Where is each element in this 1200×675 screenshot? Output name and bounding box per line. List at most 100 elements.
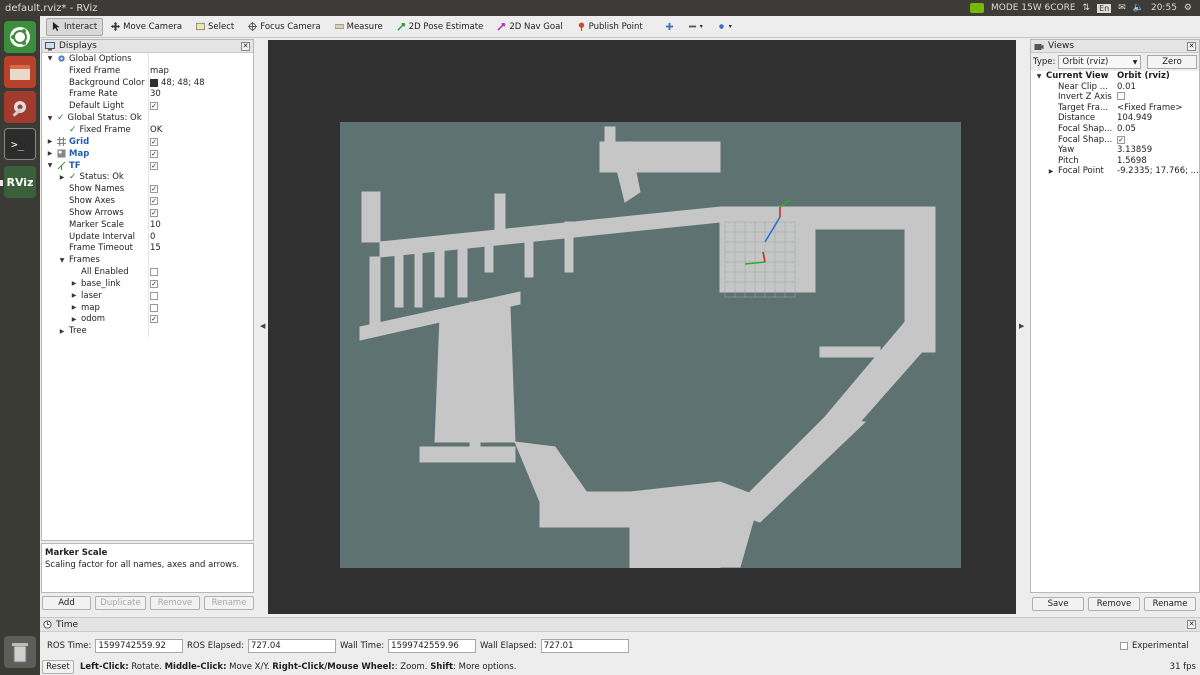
ubuntu-dash-icon[interactable] [4, 21, 36, 53]
display-row-value[interactable]: 10 [150, 220, 161, 230]
rename-display-button[interactable]: Rename [204, 596, 254, 610]
display-row-value[interactable]: map [150, 66, 169, 76]
view-property-value[interactable]: 0.05 [1117, 124, 1136, 134]
display-row[interactable]: ▶ Tree [42, 325, 253, 337]
remove-tool-button[interactable]: ▾ [682, 18, 709, 36]
trash-icon[interactable] [4, 636, 36, 668]
expand-down-icon[interactable]: ▼ [58, 257, 66, 264]
view-property-value[interactable]: 1.5698 [1117, 156, 1147, 166]
remove-display-button[interactable]: Remove [150, 596, 200, 610]
display-row[interactable]: ▶ Map ✓ [42, 148, 253, 160]
display-row[interactable]: ▼ ✓ Global Status: Ok [42, 112, 253, 124]
volume-icon[interactable]: 🔈 [1133, 3, 1144, 13]
enable-checkbox[interactable] [150, 268, 158, 277]
enable-checkbox[interactable]: ✓ [150, 137, 158, 146]
enable-checkbox[interactable]: ✓ [150, 197, 158, 206]
display-row[interactable]: Show Axes ✓ [42, 195, 253, 207]
collapse-left-icon[interactable]: ◀ [260, 322, 265, 330]
display-row[interactable]: Show Names ✓ [42, 183, 253, 195]
view-property-value[interactable]: -9.2335; 17.766; ... [1117, 166, 1199, 176]
enable-checkbox[interactable]: ✓ [150, 279, 158, 288]
view-property-row[interactable]: Pitch 1.5698 [1031, 156, 1199, 167]
display-row[interactable]: ▼ Frames [42, 254, 253, 266]
enable-checkbox[interactable]: ✓ [150, 161, 158, 170]
view-type-select[interactable]: Orbit (rviz) ▼ [1058, 55, 1142, 69]
expand-right-icon[interactable]: ▶ [70, 280, 78, 287]
select-tool[interactable]: Select [190, 18, 240, 36]
enable-checkbox[interactable]: ✓ [150, 185, 158, 194]
rviz-app-icon[interactable]: RViz [4, 166, 36, 198]
rename-view-button[interactable]: Rename [1144, 597, 1196, 611]
view-property-value[interactable]: Orbit (rviz) [1117, 71, 1170, 81]
display-row-value[interactable]: 15 [150, 243, 161, 253]
view-property-row[interactable]: Focal Shap... ✓ [1031, 135, 1199, 146]
tool-properties-button[interactable]: ▾ [711, 18, 738, 36]
expand-right-icon[interactable]: ▶ [46, 138, 54, 145]
display-row[interactable]: Frame Rate 30 [42, 89, 253, 101]
display-row[interactable]: ▼ TF ✓ [42, 160, 253, 172]
enable-checkbox[interactable] [150, 303, 158, 312]
focus-camera-tool[interactable]: Focus Camera [242, 18, 326, 36]
display-row-value[interactable]: 30 [150, 89, 161, 99]
property-checkbox[interactable] [1117, 92, 1125, 101]
reset-button[interactable]: Reset [42, 660, 74, 674]
duplicate-button[interactable]: Duplicate [95, 596, 146, 610]
display-row[interactable]: ✓ Fixed Frame OK [42, 124, 253, 136]
display-row-value[interactable]: 0 [150, 232, 155, 242]
view-property-value[interactable]: <Fixed Frame> [1117, 103, 1182, 113]
display-row[interactable]: ▶ odom ✓ [42, 314, 253, 326]
enable-checkbox[interactable]: ✓ [150, 208, 158, 217]
expand-down-icon[interactable]: ▼ [46, 115, 54, 122]
display-row[interactable]: Fixed Frame map [42, 65, 253, 77]
nvidia-icon[interactable] [969, 3, 984, 13]
color-swatch[interactable] [150, 78, 158, 87]
view-property-value[interactable]: 3.13859 [1117, 145, 1152, 155]
enable-checkbox[interactable]: ✓ [150, 102, 158, 111]
add-tool-button[interactable] [659, 18, 680, 36]
display-row[interactable]: Frame Timeout 15 [42, 243, 253, 255]
expand-right-icon[interactable]: ▶ [58, 328, 66, 335]
view-property-row[interactable]: Yaw 3.13859 [1031, 145, 1199, 156]
mail-icon[interactable]: ✉ [1118, 3, 1126, 13]
display-row[interactable]: ▶ Grid ✓ [42, 136, 253, 148]
display-row[interactable]: ▶ laser [42, 290, 253, 302]
close-icon[interactable]: ✕ [1187, 620, 1196, 629]
view-property-row[interactable]: ▼ Current View Orbit (rviz) [1031, 71, 1199, 82]
expand-right-icon[interactable]: ▶ [1047, 168, 1055, 175]
display-row[interactable]: Default Light ✓ [42, 100, 253, 112]
enable-checkbox[interactable]: ✓ [150, 149, 158, 158]
display-row[interactable]: Marker Scale 10 [42, 219, 253, 231]
view-property-row[interactable]: Near Clip ... 0.01 [1031, 82, 1199, 93]
ros-time-field[interactable]: 1599742559.92 [95, 638, 184, 653]
display-row[interactable]: ▶ map [42, 302, 253, 314]
display-row[interactable]: Show Arrows ✓ [42, 207, 253, 219]
remove-view-button[interactable]: Remove [1088, 597, 1140, 611]
view-property-row[interactable]: Distance 104.949 [1031, 113, 1199, 124]
expand-right-icon[interactable]: ▶ [70, 304, 78, 311]
display-row[interactable]: ▶ base_link ✓ [42, 278, 253, 290]
measure-tool[interactable]: Measure [329, 18, 389, 36]
display-row[interactable]: All Enabled [42, 266, 253, 278]
ros-elapsed-field[interactable]: 727.04 [247, 638, 336, 653]
move-camera-tool[interactable]: Move Camera [105, 18, 188, 36]
publish-point-tool[interactable]: Publish Point [571, 18, 649, 36]
expand-down-icon[interactable]: ▼ [46, 55, 54, 62]
enable-checkbox[interactable]: ✓ [150, 315, 158, 324]
view-property-row[interactable]: Invert Z Axis [1031, 92, 1199, 103]
terminal-icon[interactable]: >_ [4, 128, 36, 160]
display-row-value[interactable]: OK [150, 125, 162, 135]
save-view-button[interactable]: Save [1032, 597, 1084, 611]
zero-button[interactable]: Zero [1147, 55, 1197, 69]
display-row[interactable]: Update Interval 0 [42, 231, 253, 243]
display-row[interactable]: ▶ ✓ Status: Ok [42, 171, 253, 183]
expand-down-icon[interactable]: ▼ [1035, 73, 1043, 80]
collapse-right-icon[interactable]: ▶ [1019, 322, 1024, 330]
close-icon[interactable]: ✕ [1187, 41, 1196, 51]
expand-right-icon[interactable]: ▶ [46, 150, 54, 157]
wall-time-field[interactable]: 1599742559.96 [388, 638, 477, 653]
display-row-value[interactable]: 48; 48; 48 [161, 78, 205, 88]
add-button[interactable]: Add [42, 596, 91, 610]
nav-goal-tool[interactable]: 2D Nav Goal [491, 18, 568, 36]
expand-right-icon[interactable]: ▶ [70, 292, 78, 299]
close-icon[interactable]: ✕ [241, 41, 250, 51]
